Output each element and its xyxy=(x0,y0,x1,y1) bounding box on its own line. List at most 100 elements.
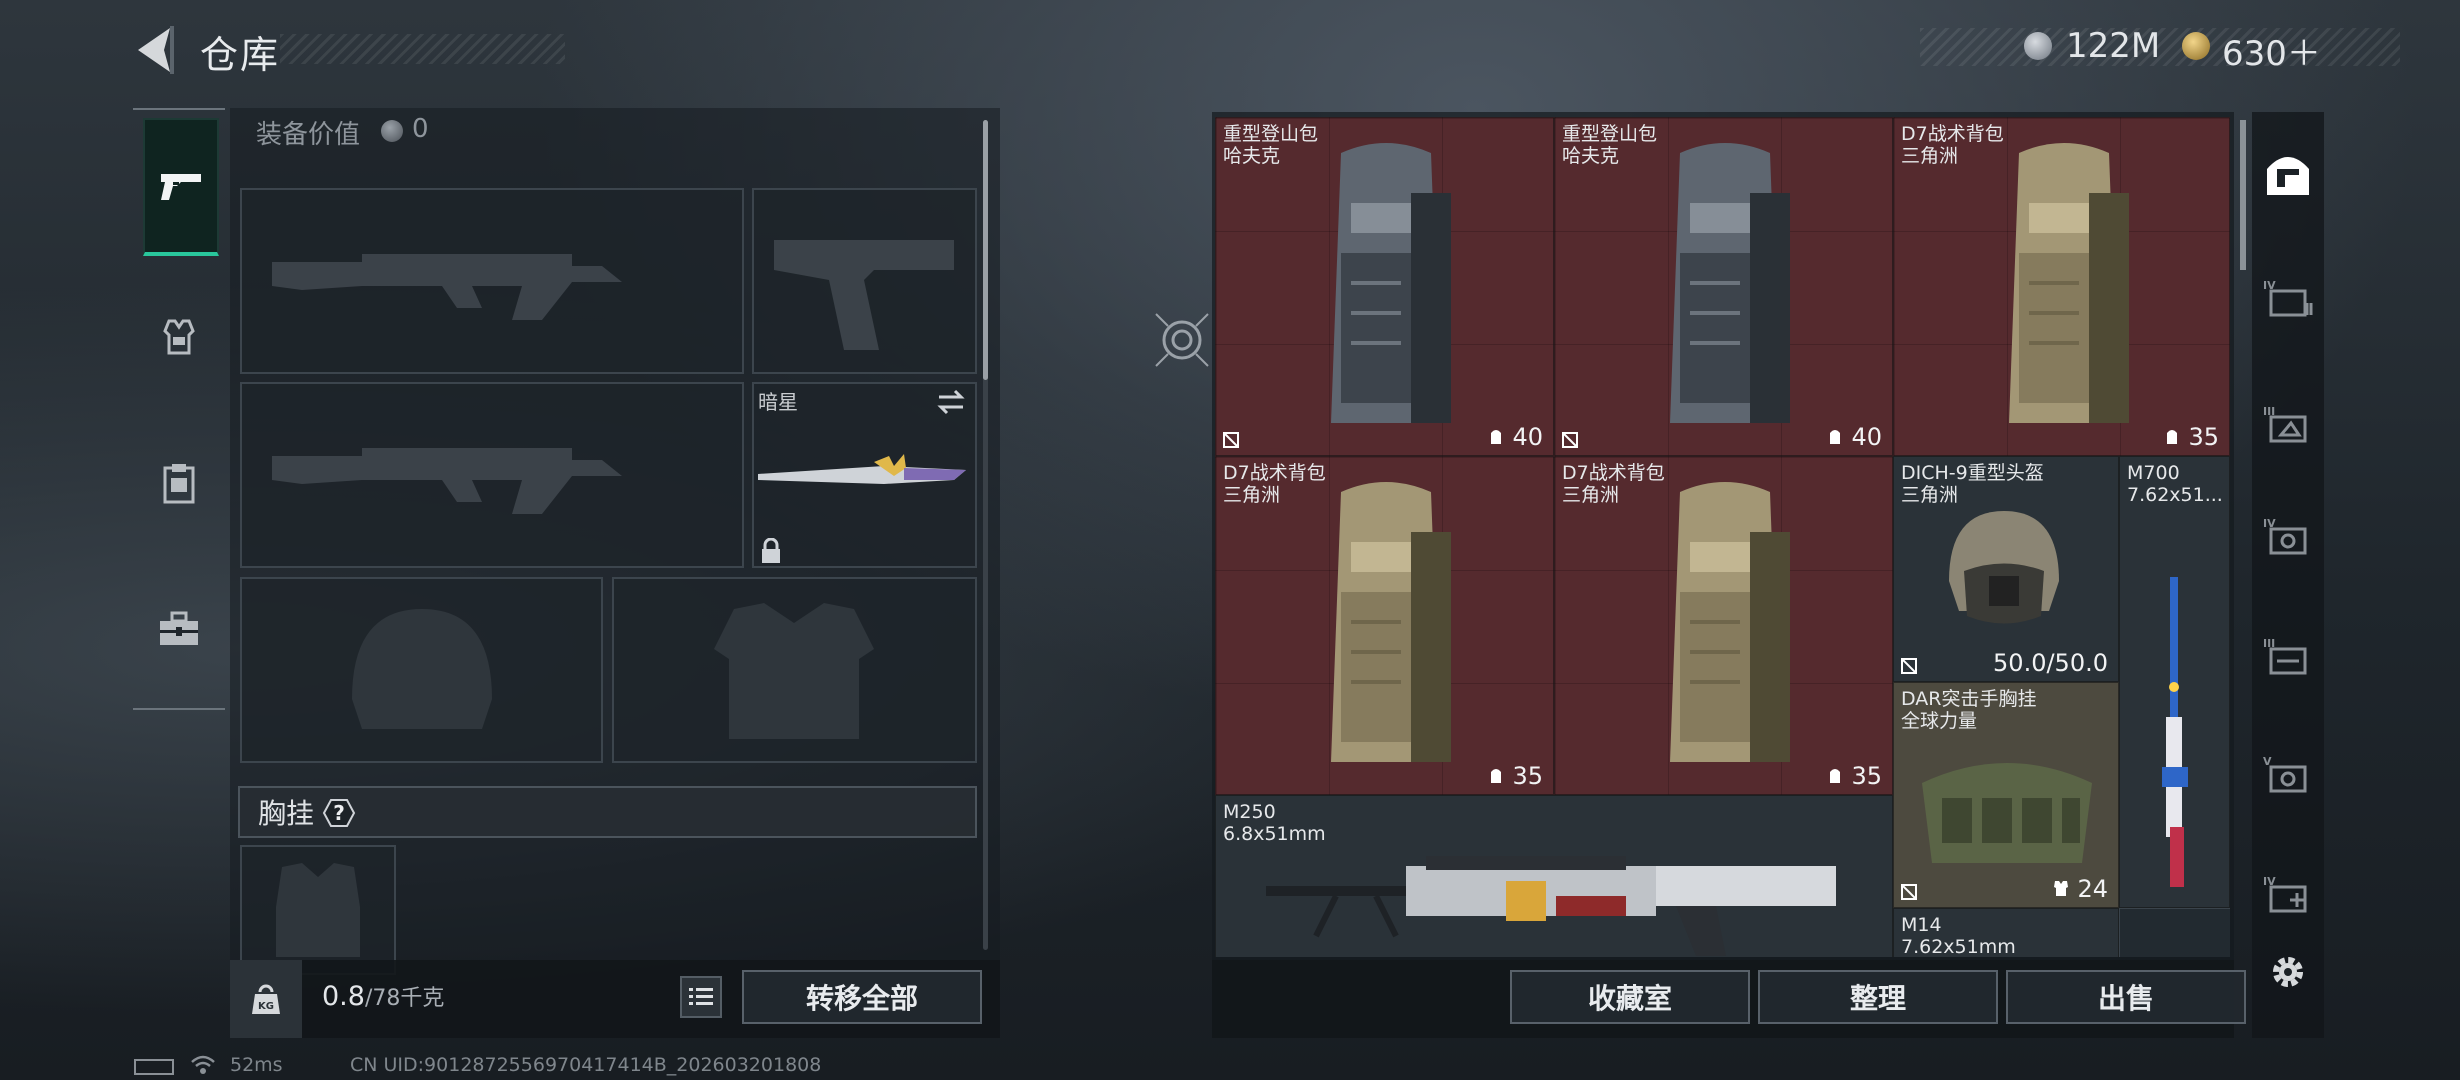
tab-cases[interactable] xyxy=(143,584,215,674)
capacity-value: 24 xyxy=(2077,875,2108,903)
item-brand: 三角洲 xyxy=(1223,484,1281,506)
no-container-icon xyxy=(1562,432,1578,448)
stash-scrollbar[interactable] xyxy=(2240,120,2246,270)
chest-rig-silhouette-icon xyxy=(276,863,360,957)
capacity-value: 40 xyxy=(1512,423,1543,451)
weight-current: 0.8 xyxy=(322,981,365,1012)
pistol-slot[interactable] xyxy=(752,188,977,374)
transfer-all-button[interactable]: 转移全部 xyxy=(742,970,982,1024)
tab-stash-tier-iii[interactable]: III xyxy=(2252,378,2324,468)
tan-backpack-image xyxy=(1331,482,1451,762)
tab-stash-home[interactable] xyxy=(2252,128,2324,218)
item-brand: 哈夫克 xyxy=(1223,145,1281,167)
item-capacity: 40 xyxy=(1826,423,1882,451)
item-capacity: 40 xyxy=(1487,423,1543,451)
weight-max: /78千克 xyxy=(364,986,445,1011)
weight-value: 0.8/78千克 xyxy=(322,980,444,1012)
sell-button[interactable]: 出售 xyxy=(2006,970,2246,1024)
durability-value: 50.0/50.0 xyxy=(1993,649,2108,677)
capacity-value: 35 xyxy=(1851,762,1882,790)
equipment-scroll-thumb[interactable] xyxy=(983,120,988,380)
gray-backpack-image xyxy=(1670,143,1790,423)
rifle-silhouette-icon xyxy=(272,254,622,320)
tab-stash-tier-iii-2[interactable]: III xyxy=(2252,610,2324,700)
battery-icon xyxy=(134,1059,174,1075)
capacity-value: 35 xyxy=(1512,762,1543,790)
wifi-icon xyxy=(191,1055,215,1074)
rig-section-label: 胸挂 xyxy=(258,797,315,830)
tab-stash-tier-iv-add[interactable]: IV xyxy=(2252,848,2324,938)
stash-item-dar-chest-rig[interactable]: DAR突击手胸挂 全球力量 24 xyxy=(1893,682,2119,908)
list-view-button[interactable] xyxy=(680,976,722,1018)
tier-iii-icon: III xyxy=(2263,405,2307,443)
item-title: M700 xyxy=(2127,462,2180,484)
ping-value: 52ms xyxy=(230,1054,283,1076)
helmet-slot[interactable] xyxy=(240,577,603,763)
stash-item-d7-backpack-2[interactable]: D7战术背包 三角洲 35 xyxy=(1215,456,1554,795)
item-capacity: 35 xyxy=(2163,423,2219,451)
item-brand: 三角洲 xyxy=(1562,484,1620,506)
primary-weapon-slot-1[interactable] xyxy=(240,188,744,374)
tab-divider xyxy=(133,708,225,710)
page-title: 仓库 xyxy=(200,33,281,77)
helmet-image xyxy=(1949,511,2059,624)
clipboard-icon xyxy=(163,464,195,504)
body-armor-slot[interactable] xyxy=(612,577,977,763)
capacity-value: 40 xyxy=(1851,423,1882,451)
silver-coin-icon xyxy=(381,120,403,142)
pistol-icon xyxy=(161,174,201,200)
stash-grid[interactable]: 重型登山包 哈夫克 40 重型登山包 哈夫克 40 D7战术背包 三角洲 35 … xyxy=(1215,117,2230,957)
toolbox-icon xyxy=(160,611,198,645)
tab-stash-tier-v[interactable]: V xyxy=(2252,728,2324,818)
chest-rig-image xyxy=(1922,763,2092,863)
back-arrow-icon[interactable] xyxy=(130,24,178,76)
backpack-small-icon xyxy=(1490,430,1501,444)
kettlebell-weight-icon: KG xyxy=(252,984,280,1014)
tan-backpack-image xyxy=(2009,143,2129,423)
sort-button[interactable]: 整理 xyxy=(1758,970,1998,1024)
item-title: M14 xyxy=(1901,914,1942,936)
stash-item-heavy-backpack-1[interactable]: 重型登山包 哈夫克 40 xyxy=(1215,117,1554,456)
backpack-small-icon xyxy=(1829,430,1840,444)
primary-weapon-slot-2[interactable] xyxy=(240,382,744,568)
tab-stash-tier-iv[interactable]: IV xyxy=(2252,252,2324,342)
target-reticle-icon xyxy=(1155,313,1209,367)
tab-stash-tier-iv-2[interactable]: IV xyxy=(2252,490,2324,580)
tab-weapons[interactable] xyxy=(143,118,219,256)
stash-item-heavy-backpack-2[interactable]: 重型登山包 哈夫克 40 xyxy=(1554,117,1893,456)
svg-text:KG: KG xyxy=(258,1001,274,1012)
tab-armor[interactable] xyxy=(143,292,215,382)
item-title: DICH-9重型头盔 xyxy=(1901,462,2044,484)
stash-item-dich9-helmet[interactable]: DICH-9重型头盔 三角洲 50.0/50.0 xyxy=(1893,456,2119,682)
tier-iii-icon-2: III xyxy=(2263,637,2307,675)
capacity-value: 35 xyxy=(2188,423,2219,451)
melee-name: 暗星 xyxy=(758,390,798,414)
home-icon xyxy=(2267,157,2309,195)
item-brand: 哈夫克 xyxy=(1562,145,1620,167)
machine-gun-image xyxy=(1266,856,1836,956)
no-container-icon xyxy=(1901,884,1917,900)
gold-coin-balance[interactable]: 630＋ xyxy=(2222,26,2321,75)
item-name: M700 7.62x51... xyxy=(2127,462,2223,506)
gear-icon[interactable] xyxy=(2268,952,2308,992)
chest-rig-slot[interactable] xyxy=(240,845,396,975)
stash-item-m14[interactable]: M14 7.62x51mm xyxy=(1893,908,2119,957)
silver-coin-balance[interactable]: 122M xyxy=(2066,26,2160,66)
item-brand: 全球力量 xyxy=(1901,710,1978,732)
stash-item-d7-backpack-1[interactable]: D7战术背包 三角洲 35 xyxy=(1893,117,2230,456)
equipment-value-label: 装备价值 xyxy=(256,120,361,150)
stash-item-d7-backpack-3[interactable]: D7战术背包 三角洲 35 xyxy=(1554,456,1893,795)
backpack-small-icon xyxy=(1829,769,1840,783)
rifle-silhouette-icon xyxy=(272,448,622,514)
swap-arrows-icon[interactable] xyxy=(935,388,967,416)
stash-item-m250[interactable]: M250 6.8x51mm xyxy=(1215,795,1893,957)
stash-item-m700[interactable]: M700 7.62x51... xyxy=(2119,456,2230,908)
help-icon[interactable]: ? xyxy=(322,798,356,828)
tab-rig[interactable] xyxy=(143,438,215,528)
collection-room-button[interactable]: 收藏室 xyxy=(1510,970,1750,1024)
gold-coin-icon xyxy=(2182,32,2210,60)
list-icon xyxy=(689,988,713,1005)
item-brand: 7.62x51mm xyxy=(1901,936,2016,957)
tier-v-icon: V xyxy=(2263,755,2307,793)
armor-vest-icon xyxy=(163,319,195,355)
